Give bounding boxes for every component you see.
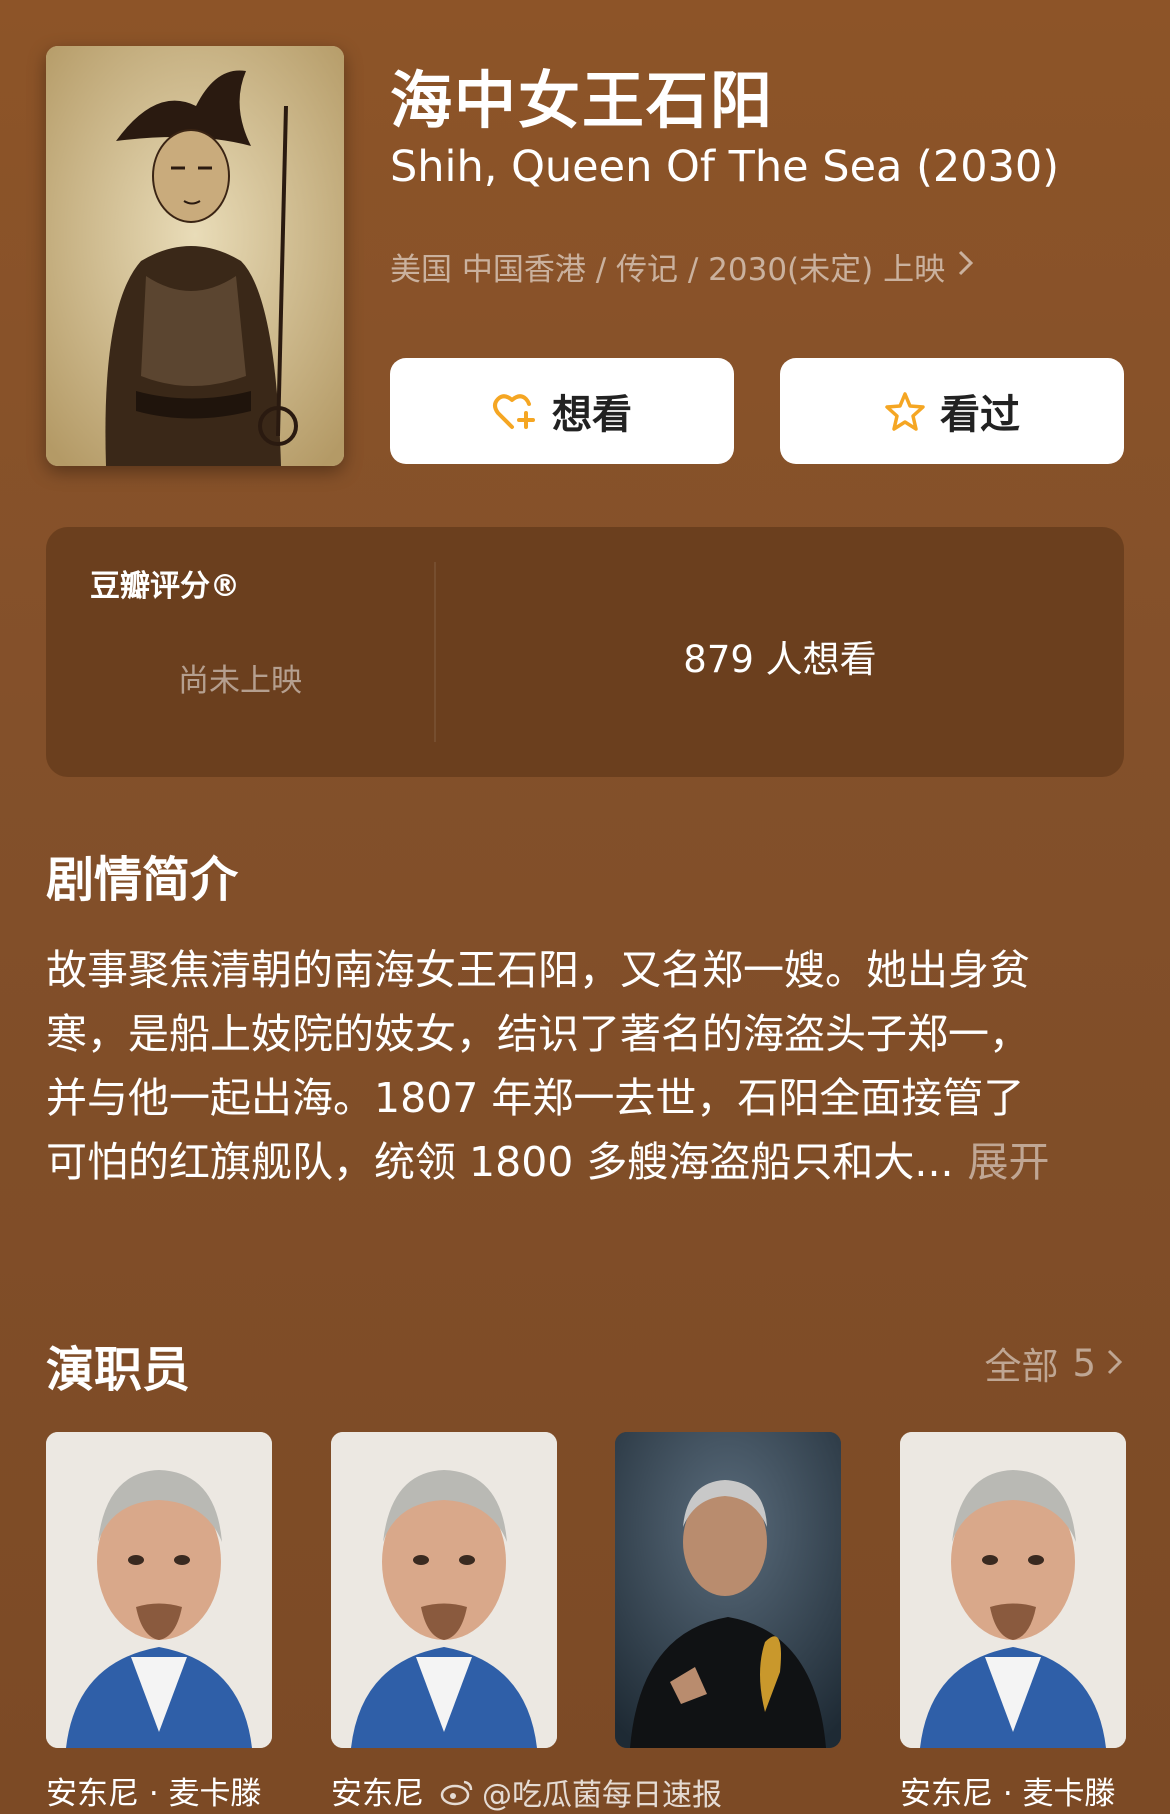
synopsis-line: 并与他一起出海。1807 年郑一去世，石阳全面接管了 [46, 1074, 1025, 1122]
synopsis-line: 可怕的红旗舰队，统领 1800 多艘海盗船只和大... [46, 1138, 954, 1186]
watched-button[interactable]: 看过 [780, 358, 1124, 464]
movie-meta-text: 美国 中国香港 / 传记 / 2030(未定) 上映 [390, 252, 946, 288]
cast-card[interactable]: 安东尼 · 麦卡滕 [46, 1432, 272, 1813]
cast-photo [615, 1432, 841, 1748]
cast-card[interactable]: 安东尼 · 麦卡滕 [900, 1432, 1126, 1813]
movie-title-en: Shih, Queen Of The Sea (2030) [390, 142, 1060, 192]
cast-view-all-link[interactable]: 全部 5 [984, 1336, 1124, 1390]
cast-heading: 演职员 [46, 1342, 191, 1398]
cast-photo [900, 1432, 1126, 1748]
movie-title-cn: 海中女王石阳 [390, 64, 775, 137]
cast-all-label: 全部 [984, 1345, 1059, 1388]
chevron-right-icon [957, 249, 975, 285]
rating-status: 尚未上映 [178, 663, 302, 699]
watermark-text: @吃瓜菌每日速报 [482, 1778, 722, 1813]
want-to-watch-button[interactable]: 想看 [390, 358, 734, 464]
synopsis-text[interactable]: 故事聚焦清朝的南海女王石阳，又名郑一嫂。她出身贫 寒，是船上妓院的妓女，结识了著… [46, 938, 1136, 1194]
synopsis-line: 故事聚焦清朝的南海女王石阳，又名郑一嫂。她出身贫 [46, 946, 1030, 994]
cast-card[interactable]: 安东尼 [331, 1432, 557, 1813]
cast-list: 安东尼 · 麦卡滕 安东尼 安东尼 · 麦卡滕 [0, 1432, 1170, 1814]
movie-poster[interactable] [46, 46, 344, 466]
cast-card[interactable] [615, 1432, 841, 1768]
cast-name: 安东尼 · 麦卡滕 [900, 1776, 1116, 1812]
star-icon [884, 391, 926, 431]
wish-count[interactable]: 879 人想看 [436, 629, 1124, 683]
watched-label: 看过 [940, 392, 1020, 438]
synopsis-heading: 剧情简介 [46, 852, 239, 908]
expand-link[interactable]: 展开 [968, 1138, 1050, 1186]
synopsis-line: 寒，是船上妓院的妓女，结识了著名的海盗头子郑一， [46, 1010, 1030, 1058]
poster-image [46, 46, 344, 466]
movie-meta-link[interactable]: 美国 中国香港 / 传记 / 2030(未定) 上映 [390, 244, 975, 289]
cast-photo [331, 1432, 557, 1748]
rating-card: 豆瓣评分® 尚未上映 879 人想看 [46, 527, 1124, 777]
douban-rating-label: 豆瓣评分® [90, 569, 240, 604]
chevron-right-icon [1106, 1342, 1124, 1385]
cast-photo [46, 1432, 272, 1748]
cast-count: 5 [1072, 1341, 1096, 1385]
want-to-watch-label: 想看 [552, 392, 632, 438]
heart-plus-icon [492, 391, 538, 431]
weibo-icon [440, 1778, 474, 1806]
weibo-watermark: @吃瓜菌每日速报 [440, 1770, 722, 1814]
cast-name: 安东尼 · 麦卡滕 [46, 1776, 262, 1812]
